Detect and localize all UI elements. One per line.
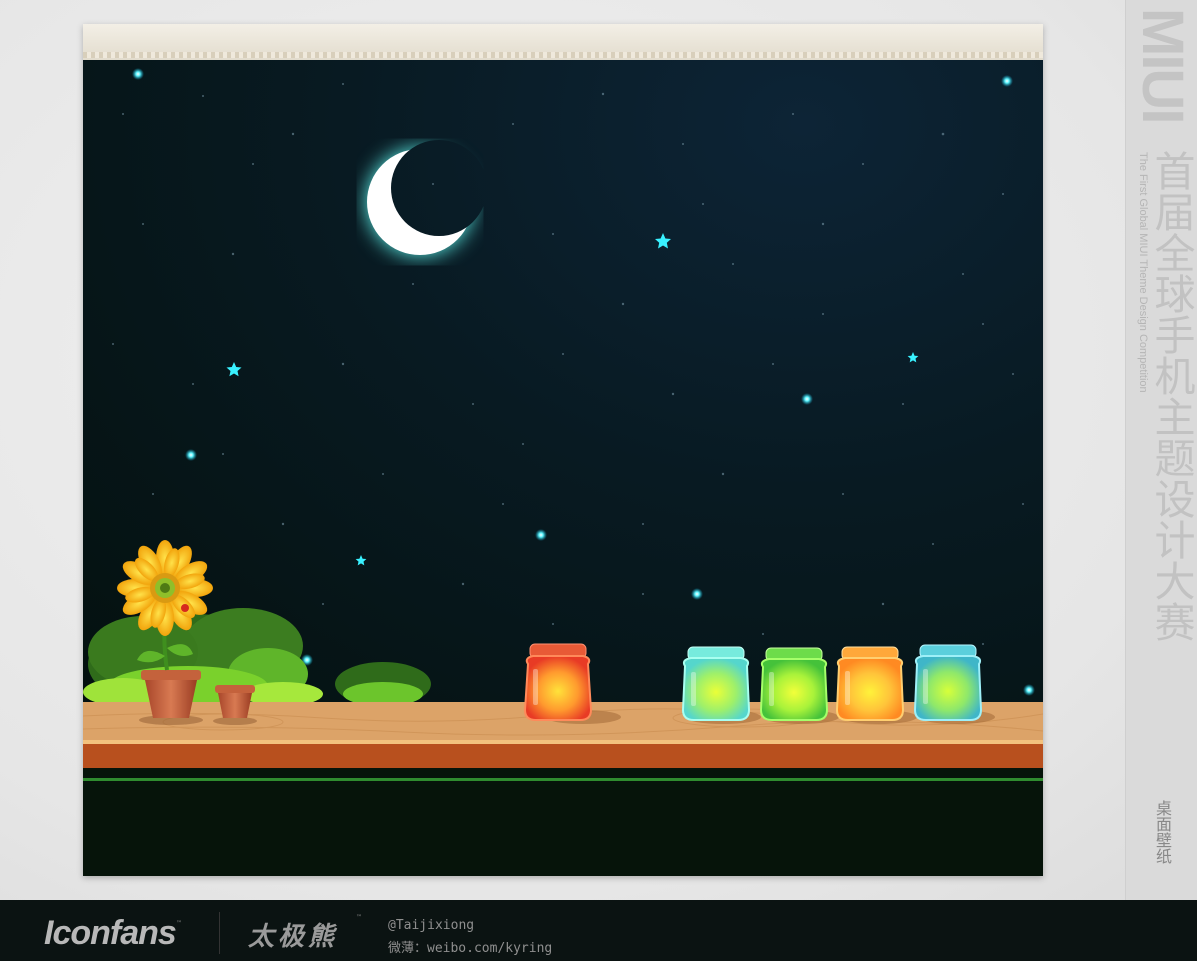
weibo-link[interactable]: 微薄：weibo.com/kyring — [388, 937, 552, 956]
bush-icon — [83, 608, 431, 714]
category-label: 桌面壁纸 — [1153, 800, 1172, 864]
scene-art — [83, 68, 1043, 876]
shelf-front — [83, 744, 1043, 768]
author-handle[interactable]: @Taijixiong — [388, 918, 474, 933]
trademark-mark: ™ — [356, 914, 362, 921]
glow-dots — [132, 68, 1035, 696]
ground — [83, 768, 1043, 876]
footer-bar — [0, 900, 1197, 961]
star-icon — [226, 233, 919, 566]
footer-divider — [219, 912, 220, 954]
shelf-edge — [83, 740, 1043, 744]
brand-logo: 太极熊 — [248, 922, 339, 952]
miui-logo: MIUI — [1130, 8, 1195, 123]
trademark-mark: ™ — [176, 920, 182, 927]
star-field — [112, 83, 1024, 645]
competition-title-cn: 首届全球手机主题设计大赛 — [1147, 150, 1195, 642]
ground-line — [83, 778, 1043, 781]
iconfans-logo[interactable]: Iconfans — [44, 914, 177, 953]
moon-icon — [367, 149, 473, 255]
wallpaper-preview — [83, 24, 1043, 876]
